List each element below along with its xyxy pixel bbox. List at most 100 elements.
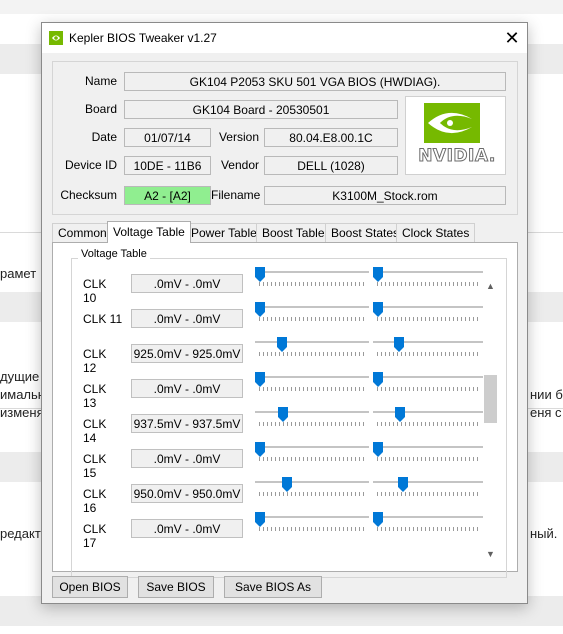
slider-track (373, 271, 483, 273)
voltage-slider-max[interactable] (373, 372, 483, 394)
slider-ticks (377, 457, 479, 461)
slider-ticks (259, 282, 365, 286)
slider-thumb[interactable] (255, 267, 265, 282)
tab-voltage-table[interactable]: Voltage Table (107, 221, 191, 243)
tab-boost-states[interactable]: Boost States (325, 223, 406, 242)
slider-ticks (259, 457, 365, 461)
voltage-slider-min[interactable] (255, 372, 369, 394)
scrollbar[interactable]: ▲ ▼ (481, 279, 498, 569)
scrollbar-thumb[interactable] (484, 375, 497, 423)
scroll-down-icon[interactable]: ▼ (483, 549, 498, 564)
bg-text: изменя (0, 405, 44, 420)
slider-track (373, 446, 483, 448)
slider-thumb[interactable] (255, 512, 265, 527)
slider-thumb[interactable] (278, 407, 288, 422)
clk-voltage-field[interactable]: 937.5mV - 937.5mV (131, 414, 243, 433)
clk-label: CLK 11 (83, 312, 123, 326)
filename-field[interactable]: K3100M_Stock.rom (264, 186, 506, 205)
clk-label: CLK 16 (83, 487, 107, 515)
slider-track (373, 376, 483, 378)
voltage-slider-max[interactable] (373, 512, 483, 534)
slider-thumb[interactable] (255, 372, 265, 387)
slider-track (373, 481, 483, 483)
voltage-slider-min[interactable] (255, 337, 369, 359)
slider-thumb[interactable] (373, 442, 383, 457)
slider-ticks (259, 387, 365, 391)
voltage-slider-max[interactable] (373, 442, 483, 464)
device-id-field[interactable]: 10DE - 11B6 (124, 156, 211, 175)
bg-band (0, 0, 563, 14)
board-field[interactable]: GK104 Board - 20530501 (124, 100, 398, 119)
bg-text: нии б (530, 387, 563, 402)
scroll-up-icon[interactable]: ▲ (483, 281, 498, 296)
title-bar[interactable]: Kepler BIOS Tweaker v1.27 ✕ (42, 23, 527, 53)
slider-thumb[interactable] (277, 337, 287, 352)
voltage-table-panel: Voltage Table CLK 10 .0mV - .0mV CLK 11 .0m… (52, 242, 518, 578)
voltage-slider-max[interactable] (373, 302, 483, 324)
voltage-slider-min[interactable] (255, 267, 369, 289)
clk-label: CLK 10 (83, 277, 107, 305)
slider-track (255, 306, 369, 308)
slider-track (255, 341, 369, 343)
clk-label: CLK 14 (83, 417, 107, 445)
app-icon (49, 31, 63, 45)
clk-voltage-field[interactable]: .0mV - .0mV (131, 309, 243, 328)
tab-boost-table[interactable]: Boost Table (256, 223, 331, 242)
save-bios-button[interactable]: Save BIOS (138, 576, 214, 598)
clk-voltage-field[interactable]: .0mV - .0mV (131, 379, 243, 398)
tab-clock-states[interactable]: Clock States (396, 223, 476, 242)
tab-common[interactable]: Common (52, 223, 113, 242)
slider-thumb[interactable] (255, 302, 265, 317)
voltage-slider-max[interactable] (373, 407, 483, 429)
voltage-slider-max[interactable] (373, 337, 483, 359)
slider-track (373, 341, 483, 343)
filename-label: Filename (211, 188, 261, 202)
slider-track (255, 411, 369, 413)
app-window: Kepler BIOS Tweaker v1.27 ✕ Name GK104 P… (41, 22, 528, 604)
bg-text: редакт (0, 526, 41, 541)
bg-text: еня с (530, 405, 562, 420)
vendor-field[interactable]: DELL (1028) (264, 156, 398, 175)
clk-label: CLK 17 (83, 522, 107, 550)
date-label: Date (91, 130, 117, 144)
slider-thumb[interactable] (395, 407, 405, 422)
open-bios-button[interactable]: Open BIOS (52, 576, 128, 598)
voltage-slider-min[interactable] (255, 407, 369, 429)
slider-thumb[interactable] (398, 477, 408, 492)
clk-voltage-field[interactable]: 950.0mV - 950.0mV (131, 484, 243, 503)
voltage-slider-max[interactable] (373, 477, 483, 499)
slider-ticks (377, 422, 479, 426)
clk-voltage-field[interactable]: .0mV - .0mV (131, 274, 243, 293)
close-button[interactable]: ✕ (497, 23, 527, 53)
slider-ticks (377, 527, 479, 531)
slider-thumb[interactable] (373, 512, 383, 527)
slider-ticks (377, 317, 479, 321)
slider-thumb[interactable] (255, 442, 265, 457)
name-field[interactable]: GK104 P2053 SKU 501 VGA BIOS (HWDIAG). (124, 72, 506, 91)
slider-ticks (259, 352, 365, 356)
checksum-field[interactable]: A2 - [A2] (124, 186, 211, 205)
voltage-slider-min[interactable] (255, 477, 369, 499)
slider-thumb[interactable] (394, 337, 404, 352)
version-label: Version (218, 130, 259, 144)
slider-thumb[interactable] (373, 372, 383, 387)
voltage-slider-max[interactable] (373, 267, 483, 289)
save-bios-as-button[interactable]: Save BIOS As (224, 576, 322, 598)
clk-voltage-field[interactable]: .0mV - .0mV (131, 449, 243, 468)
clk-label: CLK 13 (83, 382, 107, 410)
slider-thumb[interactable] (373, 302, 383, 317)
voltage-slider-min[interactable] (255, 302, 369, 324)
voltage-slider-min[interactable] (255, 512, 369, 534)
slider-thumb[interactable] (373, 267, 383, 282)
clk-voltage-field[interactable]: 925.0mV - 925.0mV (131, 344, 243, 363)
version-field[interactable]: 80.04.E8.00.1C (264, 128, 398, 147)
nvidia-wordmark: NVIDIA. (418, 146, 496, 167)
date-field[interactable]: 01/07/14 (124, 128, 211, 147)
checksum-label: Checksum (60, 188, 117, 202)
slider-thumb[interactable] (282, 477, 292, 492)
slider-track (255, 271, 369, 273)
tab-power-table[interactable]: Power Table (185, 223, 263, 242)
clk-voltage-field[interactable]: .0mV - .0mV (131, 519, 243, 538)
voltage-slider-min[interactable] (255, 442, 369, 464)
clk-label: CLK 12 (83, 347, 107, 375)
